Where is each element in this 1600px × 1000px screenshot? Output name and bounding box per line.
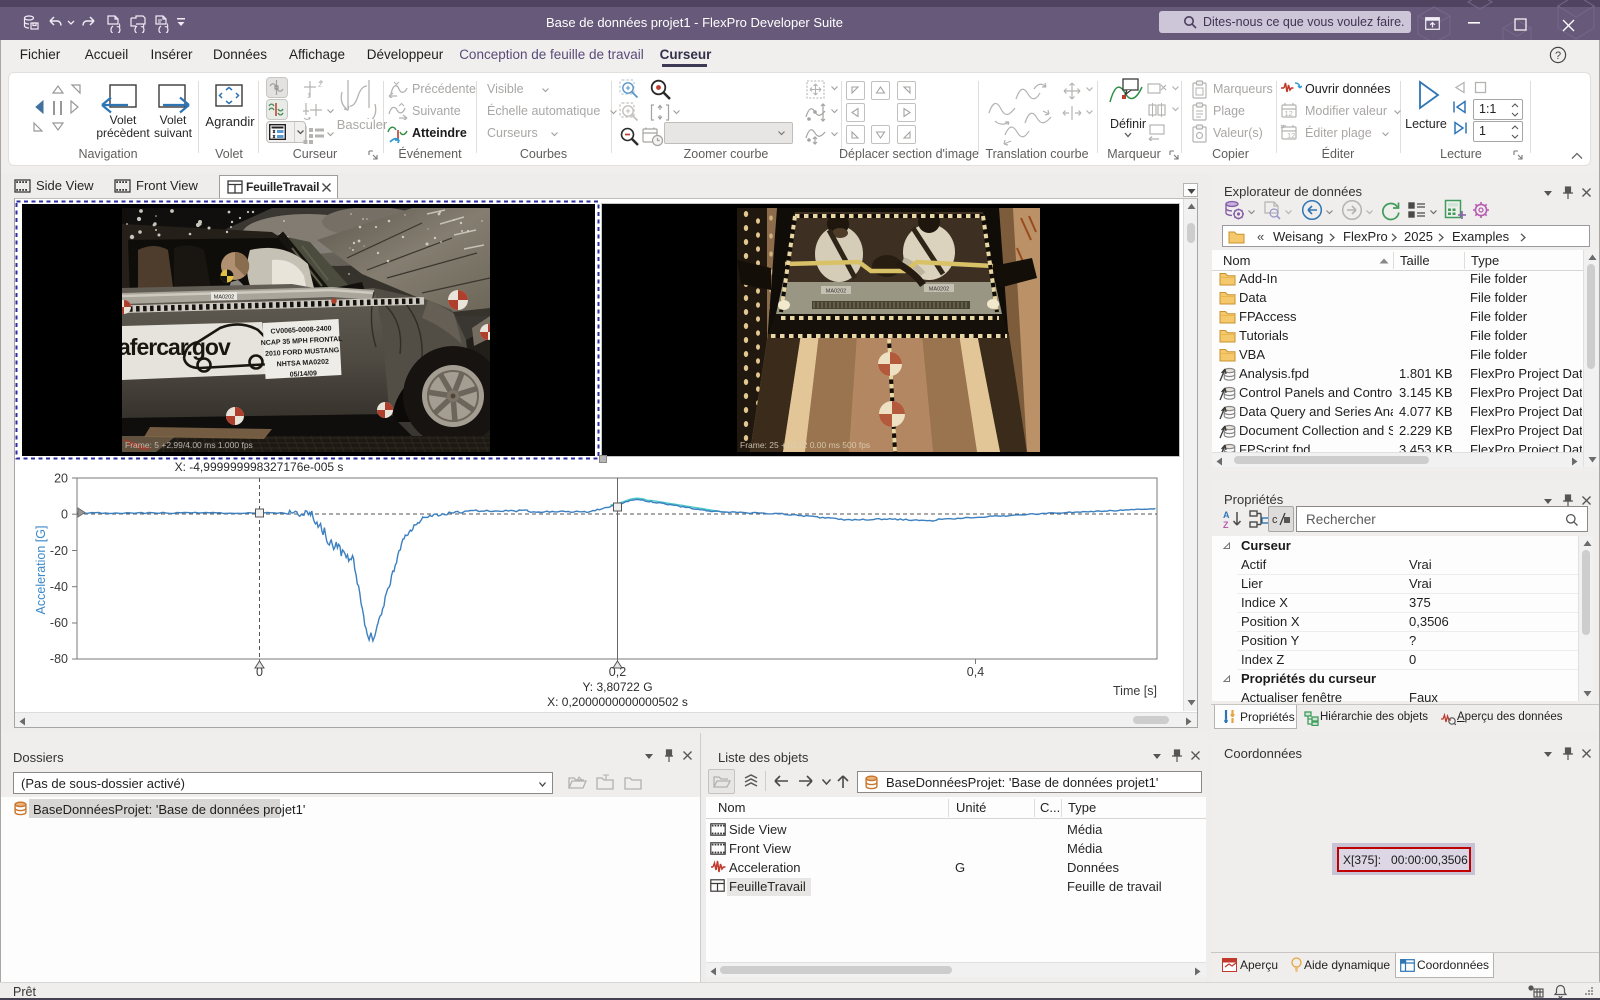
svg-text:-40: -40 [50,580,68,594]
svg-text:Time [s]: Time [s] [1113,684,1157,698]
svg-text:c: c [1272,514,1278,526]
svg-text:Acceleration [G]: Acceleration [G] [34,526,48,615]
svg-text:MA0202: MA0202 [826,289,847,295]
svg-text:-80: -80 [50,652,68,666]
svg-text:-60: -60 [50,616,68,630]
svg-text:2: 2 [318,82,322,89]
svg-text:Y: 3,80722 G: Y: 3,80722 G [582,680,652,694]
svg-text:X: -4,999999998327176e-005 s: X: -4,999999998327176e-005 s [175,460,344,474]
svg-text:?: ? [1555,50,1561,62]
svg-text:12: 12 [1287,131,1295,140]
svg-text:0: 0 [61,508,68,522]
svg-text:0,4: 0,4 [967,665,984,679]
svg-text:Z: Z [1223,520,1229,529]
svg-text:20: 20 [54,472,68,486]
svg-text:12: 12 [1285,109,1293,118]
svg-text:1: 1 [307,93,311,99]
svg-text:X: 0,2000000000000502 s: X: 0,2000000000000502 s [547,695,688,709]
svg-text:Frame: 25 +10.12 0.00 ms 5: Frame: 25 +10.12 0.00 ms 500 fps [740,440,870,450]
svg-text:-20: -20 [50,544,68,558]
svg-text:A: A [1223,510,1230,520]
svg-text:MA0202: MA0202 [929,287,950,293]
